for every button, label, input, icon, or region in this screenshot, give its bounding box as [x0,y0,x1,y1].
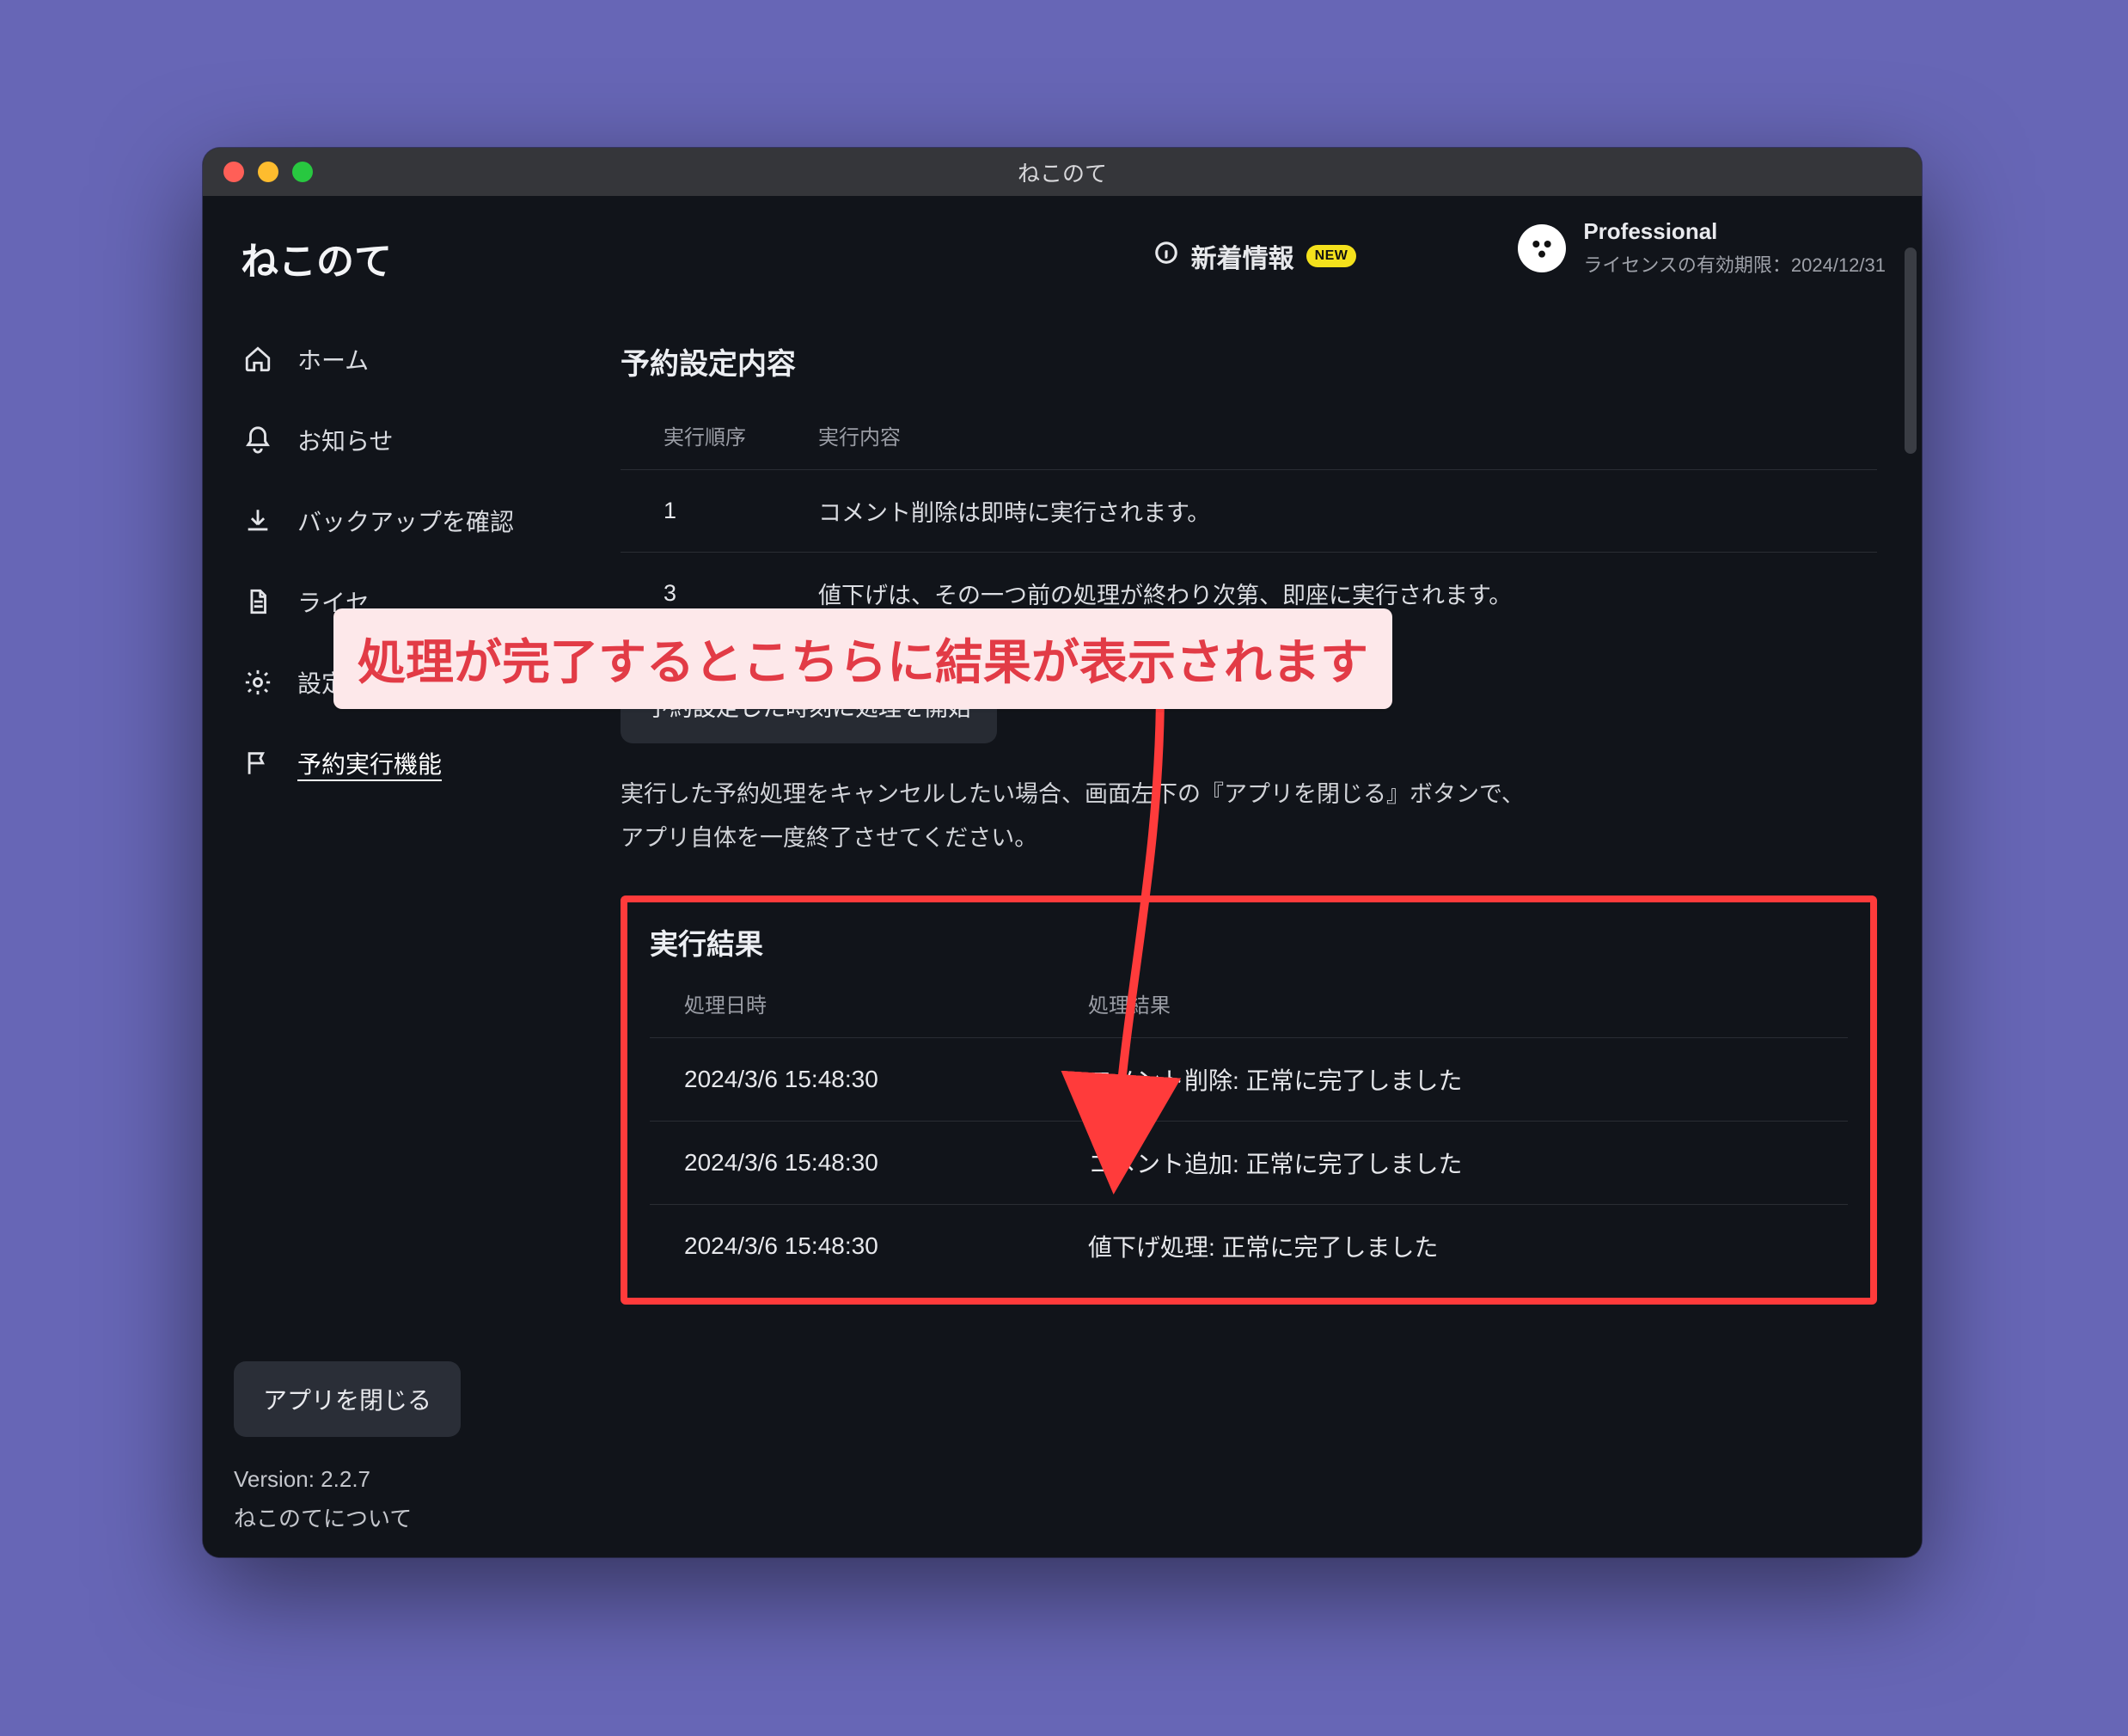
bell-icon [242,425,273,455]
info-icon [1153,240,1179,272]
sidebar-item-label: ホーム [297,342,369,376]
results-cell-result: コメント削除: 正常に完了しました [1088,1062,1848,1097]
app-window: ねこのて ねこのて ホーム お [203,148,1922,1557]
annotation-callout: 処理が完了するとこちらに結果が表示されます [333,608,1392,709]
results-row: 2024/3/6 15:48:30 値下げ処理: 正常に完了しました [650,1204,1848,1287]
scrollbar-thumb[interactable] [1905,248,1917,454]
close-window-button[interactable] [223,162,244,182]
results-cell-result: 値下げ処理: 正常に完了しました [1088,1229,1848,1263]
results-row: 2024/3/6 15:48:30 コメント削除: 正常に完了しました [650,1037,1848,1121]
new-badge: NEW [1306,245,1357,267]
app-brand: ねこのて [241,230,560,285]
sidebar-item-notice[interactable]: お知らせ [234,407,567,473]
license-plan: Professional [1583,218,1886,245]
results-header-result: 処理結果 [1088,988,1848,1018]
results-cell-date: 2024/3/6 15:48:30 [684,1149,1088,1177]
results-cell-date: 2024/3/6 15:48:30 [684,1232,1088,1260]
results-cell-result: コメント追加: 正常に完了しました [1088,1146,1848,1180]
titlebar: ねこのて [203,148,1922,196]
window-controls [223,162,313,182]
window-title: ねこのて [203,156,1922,188]
sidebar-item-backup[interactable]: バックアップを確認 [234,488,567,553]
sidebar-item-label: バックアップを確認 [297,504,514,538]
cancel-hint: 実行した予約処理をキャンセルしたい場合、画面左下の『アプリを閉じる』ボタンで、 … [621,773,1877,861]
schedule-row: 1 コメント削除は即時に実行されます。 [621,469,1877,552]
schedule-table: 実行順序 実行内容 1 コメント削除は即時に実行されます。 3 値下げは、その一… [621,396,1877,634]
home-icon [242,344,273,375]
schedule-header-content: 実行内容 [818,420,1863,450]
sidebar-item-home[interactable]: ホーム [234,327,567,392]
results-section: 実行結果 処理日時 処理結果 2024/3/6 15:48:30 コメント削除:… [621,896,1877,1305]
sidebar-item-label: 予約実行機能 [297,746,442,780]
results-cell-date: 2024/3/6 15:48:30 [684,1066,1088,1093]
sidebar: ねこのて ホーム お知らせ [203,196,598,1557]
avatar [1518,224,1566,272]
news-link[interactable]: 新着情報 NEW [1153,237,1357,275]
download-icon [242,505,273,536]
close-app-button[interactable]: アプリを閉じる [234,1361,461,1437]
schedule-cell-content: コメント削除は即時に実行されます。 [818,494,1863,528]
sidebar-item-label: お知らせ [297,423,393,457]
sidebar-nav: ホーム お知らせ バックアップを確認 [234,327,567,796]
zoom-window-button[interactable] [292,162,313,182]
topbar: 新着情報 NEW Professional ライセンスの有効期限：2024/12… [615,213,1894,299]
document-icon [242,586,273,617]
gear-icon [242,667,273,698]
schedule-cell-content: 値下げは、その一つ前の処理が終わり次第、即座に実行されます。 [818,577,1863,610]
results-row: 2024/3/6 15:48:30 コメント追加: 正常に完了しました [650,1121,1848,1204]
license-block[interactable]: Professional ライセンスの有効期限：2024/12/31 [1518,218,1886,278]
version-label: Version: 2.2.7 [234,1466,567,1493]
schedule-cell-order: 1 [663,498,818,524]
main-content: 新着情報 NEW Professional ライセンスの有効期限：2024/12… [598,196,1922,1557]
schedule-title: 予約設定内容 [621,340,1877,382]
about-link[interactable]: ねこのてについて [234,1501,567,1533]
sidebar-item-schedule[interactable]: 予約実行機能 [234,730,567,796]
license-expiry: ライセンスの有効期限：2024/12/31 [1583,250,1886,278]
schedule-cell-order: 3 [663,580,818,607]
schedule-header-order: 実行順序 [663,420,818,450]
news-label: 新着情報 [1191,237,1294,275]
results-header-date: 処理日時 [684,988,1088,1018]
flag-icon [242,748,273,779]
minimize-window-button[interactable] [258,162,278,182]
results-title: 実行結果 [650,921,1848,963]
